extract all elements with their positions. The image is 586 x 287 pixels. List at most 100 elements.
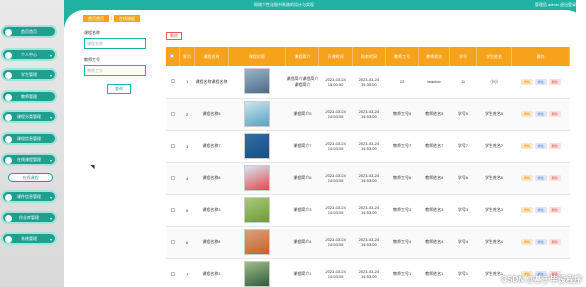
sidebar-item-courseware[interactable]: 课件信息管理 ▾: [1, 190, 57, 203]
cell-actions: 详情 修改 删除: [511, 130, 570, 163]
sidebar-item-online-courses[interactable]: 在线课程管理 ▾: [1, 153, 57, 166]
cell-teacher-no: 教师工号5: [385, 98, 419, 131]
sidebar-item-system[interactable]: 系统管理 ▾: [1, 232, 57, 245]
breadcrumb: 首页首页 | 在线课程: [83, 15, 141, 22]
view-button[interactable]: 详情: [520, 111, 533, 117]
search-panel: 课程名称 课程名称 教师工号 教师工号 查询: [84, 30, 154, 94]
delete-button[interactable]: 删除: [548, 111, 561, 117]
cell-actions: 详情 修改 删除: [511, 194, 570, 227]
menu-dot-icon: [5, 157, 12, 164]
cell-teacher-name: 教师姓名7: [418, 130, 450, 163]
row-checkbox-cell[interactable]: [166, 226, 180, 259]
table-header-row: 索引 课程名称 课程封面 课程简介 开课时间 结束时间 教师工号 教师姓名 学号…: [166, 47, 570, 66]
cell-student-name: 学生姓名3: [476, 194, 512, 227]
header-intro: 课程简介: [285, 47, 320, 66]
row-checkbox[interactable]: [170, 111, 175, 116]
row-checkbox[interactable]: [170, 175, 175, 180]
row-checkbox[interactable]: [170, 207, 175, 212]
teacher-no-label: 教师工号: [84, 57, 100, 62]
table-row: 2 课程名称5 课程简介5 2023-03-24 14:53:09 2023-0…: [166, 98, 570, 131]
cell-student-name: 学生姓名5: [476, 98, 512, 131]
sidebar-item-profile[interactable]: 个人中心 ▾: [1, 48, 57, 61]
cell-course-name: 课程名称5: [194, 98, 229, 131]
course-cover-image: [243, 228, 270, 255]
sidebar-item-homework[interactable]: 作业库管理 ▾: [1, 211, 57, 224]
cell-index: 7: [179, 258, 195, 287]
cell-cover: [228, 258, 286, 287]
delete-button[interactable]: 删除: [548, 78, 561, 85]
table-row: 5 课程名称3 课程简介3 2023-03-24 14:53:09 2023-0…: [166, 194, 570, 227]
select-all-checkbox[interactable]: [170, 54, 175, 58]
row-checkbox[interactable]: [170, 79, 175, 84]
edit-button[interactable]: 修改: [534, 239, 547, 245]
edit-button[interactable]: 修改: [534, 143, 547, 149]
edit-button[interactable]: 修改: [534, 111, 547, 117]
chevron-down-icon: ▾: [49, 115, 52, 120]
sidebar-item-course-info[interactable]: 课程信息管理: [1, 132, 57, 145]
cell-course-name: 课程名称4: [194, 226, 229, 259]
cell-index: 5: [179, 194, 195, 227]
cell-actions: 详情 修改 删除: [511, 226, 570, 259]
row-checkbox-cell[interactable]: [166, 194, 180, 227]
user-info[interactable]: 管理员 admin 退出登录: [535, 2, 576, 8]
course-cover-image: [243, 164, 270, 191]
delete-button[interactable]: 删除: [548, 239, 561, 245]
view-button[interactable]: 详情: [520, 143, 533, 149]
row-checkbox-cell[interactable]: [166, 66, 180, 99]
row-checkbox[interactable]: [170, 143, 175, 148]
row-checkbox-cell[interactable]: [166, 162, 180, 195]
cell-cover: [228, 66, 286, 99]
cell-end: 2023-03-24 15:30:00: [352, 66, 386, 99]
sidebar-item-students[interactable]: 学生管理 ▾: [1, 68, 57, 81]
search-button[interactable]: 查询: [107, 84, 131, 94]
row-checkbox[interactable]: [170, 271, 175, 276]
cell-end: 2023-03-24 14:53:09: [352, 194, 386, 227]
cell-intro: 课程简介4: [285, 226, 319, 259]
course-cover-image: [243, 196, 270, 223]
cell-start: 2023-03-24 15:00:00: [318, 66, 353, 99]
view-button[interactable]: 详情: [520, 239, 533, 245]
breadcrumb-home[interactable]: 首页首页: [83, 15, 109, 22]
delete-button[interactable]: 删除: [548, 207, 561, 213]
view-button[interactable]: 详情: [520, 78, 533, 85]
edit-button[interactable]: 修改: [534, 207, 547, 213]
teacher-no-input[interactable]: 教师工号: [84, 65, 146, 76]
delete-button[interactable]: 删除: [548, 175, 561, 181]
cell-course-name: 课程名称1: [194, 258, 229, 287]
cell-intro: 课程简介3: [285, 194, 319, 227]
course-name-input[interactable]: 课程名称: [84, 38, 146, 49]
cell-end: 2023-03-24 14:53:09: [352, 162, 386, 195]
cell-student-no: 学号5: [449, 98, 477, 131]
row-checkbox-cell[interactable]: [166, 130, 180, 163]
row-checkbox-cell[interactable]: [166, 258, 180, 287]
sidebar-item-teachers[interactable]: 教师管理: [1, 90, 57, 103]
cell-intro: 课程简介课程简介课程简介: [285, 66, 319, 99]
row-checkbox[interactable]: [170, 239, 175, 244]
cell-student-no: 学号4: [449, 226, 477, 259]
row-checkbox-cell[interactable]: [166, 98, 180, 131]
cell-intro: 课程简介7: [285, 130, 319, 163]
delete-button[interactable]: 删除: [548, 143, 561, 149]
edit-button[interactable]: 修改: [534, 175, 547, 181]
sidebar-item-home[interactable]: 首页首页: [1, 25, 57, 38]
cell-teacher-no: 22: [385, 66, 419, 99]
sidebar: 首页首页 个人中心 ▾ 学生管理 ▾ 教师管理 课程分类管理 ▾ 课程信息管理 在线课…: [0, 0, 64, 287]
sidebar-item-course-categories[interactable]: 课程分类管理 ▾: [1, 110, 57, 123]
submenu-online-course[interactable]: 在线课程: [8, 173, 53, 182]
cell-actions: 详情 修改 删除: [511, 98, 570, 131]
header-actions: 操作: [511, 47, 570, 66]
view-button[interactable]: 详情: [520, 207, 533, 213]
header-end: 结束时间: [352, 47, 386, 66]
header-start: 开课时间: [318, 47, 353, 66]
cell-intro: 课程简介1: [285, 258, 319, 287]
cell-index: 2: [179, 98, 195, 131]
table-row: 4 课程名称6 课程简介6 2023-03-24 14:53:09 2023-0…: [166, 162, 570, 195]
view-button[interactable]: 详情: [520, 175, 533, 181]
cell-actions: 详情 修改 删除: [511, 66, 570, 99]
edit-button[interactable]: 修改: [534, 78, 547, 85]
cell-course-name: 课程名称7: [194, 130, 229, 163]
menu-dot-icon: [5, 194, 12, 201]
chevron-down-icon: ▾: [49, 53, 52, 58]
batch-delete-button[interactable]: 删除: [166, 32, 182, 40]
header-checkbox-cell[interactable]: [166, 47, 180, 66]
